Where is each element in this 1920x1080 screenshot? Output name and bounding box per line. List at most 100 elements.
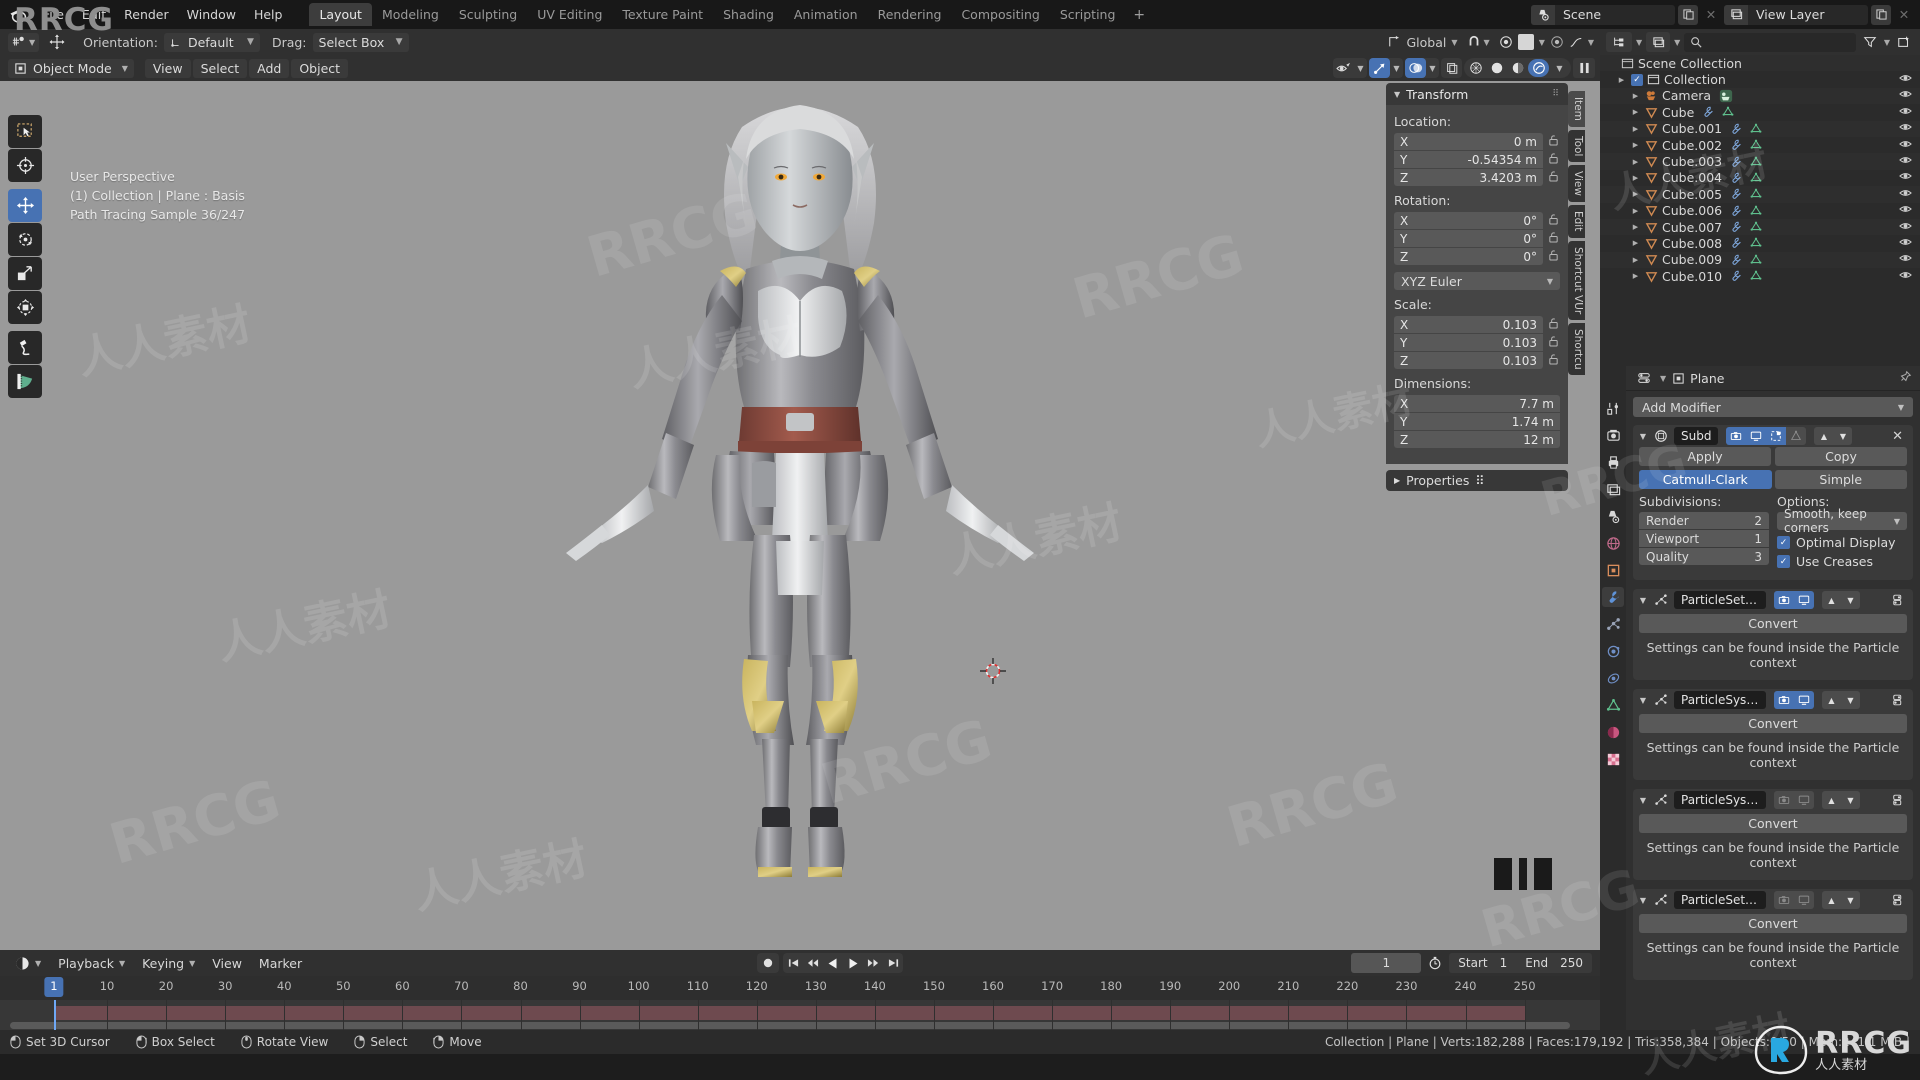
snap-magnet-icon[interactable]: ▼ (1463, 33, 1494, 52)
convert-button[interactable]: Convert (1639, 614, 1907, 633)
move-down-button[interactable]: ▼ (1833, 427, 1853, 445)
outliner-row[interactable]: ▶ Cube.005 (1600, 186, 1920, 203)
shading-mode-group[interactable]: ▼ (1464, 58, 1571, 78)
chevron-down-icon[interactable]: ▼ (1354, 58, 1367, 78)
visibility-eye-icon[interactable] (1899, 138, 1912, 153)
mesh-data-icon[interactable] (1750, 205, 1762, 217)
expand-arrow-icon[interactable]: ▶ (1630, 256, 1641, 264)
proportional-edit-icon[interactable] (1499, 35, 1513, 49)
proportional-falloff-swatch[interactable] (1517, 34, 1534, 50)
mode-selector[interactable]: Object Mode ▼ (8, 58, 134, 78)
viewlayer-selector[interactable]: View Layer (1724, 4, 1868, 25)
triangle-down-icon[interactable]: ▼ (1638, 896, 1648, 905)
modifier-name[interactable]: ParticleSetti... (1674, 591, 1766, 609)
rotate-tool[interactable] (8, 223, 42, 256)
expand-arrow-icon[interactable]: ▶ (1630, 272, 1641, 280)
scale-tool[interactable] (8, 257, 42, 290)
mesh-data-icon[interactable] (1750, 270, 1762, 282)
falloff-curve-icon[interactable] (1569, 35, 1583, 49)
visibility-eye-icon[interactable] (1899, 121, 1912, 136)
sidebar-tab-tool[interactable]: Tool (1568, 129, 1585, 163)
shading-rendered-icon[interactable] (1528, 59, 1549, 77)
timeline-ruler[interactable]: 1 10 20 30 40 50 60 70 80 90 100 110 120 130 140 150 160… (0, 976, 1600, 1000)
on-cage-visibility-icon[interactable] (1786, 427, 1807, 445)
modifier-extras-button[interactable] (1890, 791, 1908, 809)
auto-keying-record-icon[interactable] (757, 953, 780, 973)
viewlayer-tab[interactable] (1602, 479, 1624, 499)
3d-viewport[interactable]: Object Mode ▼ ViewSelectAddObject ▼ ▼ (0, 55, 1600, 950)
playhead-frame-indicator[interactable]: 1 (44, 977, 64, 997)
dimensions-x-field[interactable]: X 7.7 m (1394, 395, 1560, 412)
visibility-eye-icon[interactable] (1899, 252, 1912, 267)
workspace-tab-compositing[interactable]: Compositing (951, 3, 1049, 26)
outliner-row[interactable]: ▶ Cube.008 (1600, 235, 1920, 251)
workspace-tab-modeling[interactable]: Modeling (372, 3, 449, 26)
move-up-button[interactable]: ▲ (1822, 791, 1841, 809)
render-visibility-icon[interactable] (1774, 791, 1794, 809)
visibility-eye-icon[interactable] (1899, 187, 1912, 202)
workspace-tab-animation[interactable]: Animation (784, 3, 868, 26)
shading-wireframe-icon[interactable] (1465, 59, 1486, 77)
viewport-menu-select[interactable]: Select (192, 58, 248, 78)
mesh-data-icon[interactable] (1750, 254, 1762, 266)
rotation-z-field[interactable]: Z 0° (1394, 248, 1543, 265)
collection-checkbox[interactable]: ✓ (1631, 73, 1643, 86)
workspace-tab-scripting[interactable]: Scripting (1050, 3, 1126, 26)
lock-icon[interactable] (1547, 213, 1560, 228)
rotation-x-field[interactable]: X 0° (1394, 212, 1543, 229)
move-down-button[interactable]: ▼ (1841, 591, 1860, 609)
expand-arrow-icon[interactable]: ▶ (1630, 92, 1641, 100)
drag-grip-icon[interactable]: ⠿ (1552, 89, 1560, 99)
expand-arrow-icon[interactable]: ▶ (1630, 207, 1641, 215)
frame-range-fields[interactable]: Start 1 End 250 (1449, 953, 1592, 973)
shading-solid-icon[interactable] (1486, 59, 1507, 77)
measure-tool[interactable] (8, 365, 42, 398)
wrench-icon[interactable] (1730, 139, 1742, 151)
remove-scene-button[interactable]: ✕ (1701, 5, 1721, 25)
mesh-data-icon[interactable] (1750, 237, 1762, 249)
menu-item-help[interactable]: Help (245, 4, 292, 25)
render-visibility-icon[interactable] (1774, 891, 1794, 909)
edit-mode-visibility-icon[interactable] (1766, 427, 1787, 445)
mesh-data-icon[interactable] (1750, 156, 1762, 168)
wrench-icon[interactable] (1730, 205, 1742, 217)
location-z-field[interactable]: Z 3.4203 m (1394, 169, 1543, 186)
rotation-y-field[interactable]: Y 0° (1394, 230, 1543, 247)
move-up-button[interactable]: ▲ (1822, 891, 1841, 909)
outliner-row[interactable]: ▶ Cube.004 (1600, 170, 1920, 186)
chevron-down-icon[interactable]: ▼ (1390, 58, 1403, 78)
data-tab[interactable] (1602, 695, 1624, 715)
outliner-row[interactable]: ▶ Cube.002 (1600, 137, 1920, 153)
dimensions-y-field[interactable]: Y 1.74 m (1394, 413, 1560, 430)
scale-z-field[interactable]: Z 0.103 (1394, 352, 1543, 369)
timeline-horizontal-scrollbar[interactable] (10, 1022, 1570, 1029)
viewport-visibility-icon[interactable] (1794, 591, 1814, 609)
jump-start-icon[interactable] (783, 953, 803, 973)
algorithm-simple-button[interactable]: Simple (1774, 470, 1907, 489)
mesh-data-icon[interactable] (1750, 188, 1762, 200)
visibility-eye-icon[interactable] (1899, 203, 1912, 218)
visibility-eye-icon[interactable] (1899, 170, 1912, 185)
triangle-down-icon[interactable]: ▼ (1638, 432, 1648, 441)
properties-panel-header[interactable]: ▶ Properties ⠿ (1386, 470, 1568, 491)
visibility-eye-icon[interactable] (1899, 236, 1912, 251)
new-viewlayer-button[interactable] (1871, 4, 1891, 25)
lock-icon[interactable] (1547, 152, 1560, 167)
modifier-extras-button[interactable] (1890, 691, 1908, 709)
render-visibility-icon[interactable] (1774, 591, 1794, 609)
move-down-button[interactable]: ▼ (1841, 691, 1860, 709)
mesh-data-icon[interactable] (1750, 221, 1762, 233)
viewport-visibility-icon[interactable] (1794, 691, 1814, 709)
modifier-header[interactable]: ▼ ParticleSetti... ▲ ▼ (1633, 589, 1913, 611)
overlays-toggle-group[interactable]: ▼ (1405, 58, 1439, 78)
gizmo-toggle-group[interactable]: ▼ (1369, 58, 1403, 78)
orientation-dropdown[interactable]: Default ▼ (163, 32, 260, 52)
jump-end-icon[interactable] (883, 953, 903, 973)
viewlayer-name[interactable]: View Layer (1748, 7, 1868, 22)
workspace-tab-layout[interactable]: Layout (309, 3, 372, 26)
modifier-name[interactable]: ParticleSetti... (1674, 891, 1766, 909)
mesh-data-icon[interactable] (1750, 139, 1762, 151)
move-up-button[interactable]: ▲ (1822, 691, 1841, 709)
visibility-eye-icon[interactable] (1899, 220, 1912, 235)
viewport-field[interactable]: Viewport 1 (1639, 530, 1769, 547)
